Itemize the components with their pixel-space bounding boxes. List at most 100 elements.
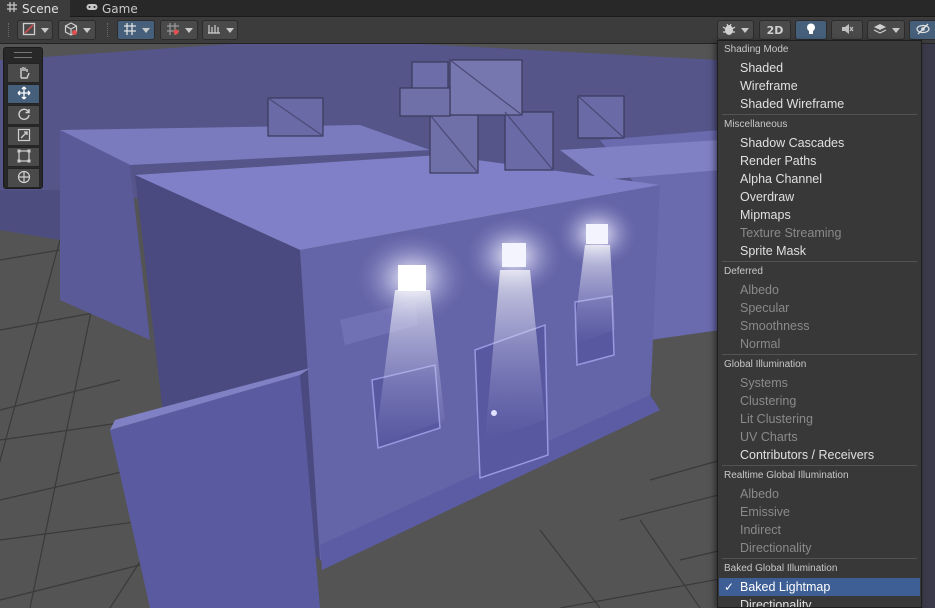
- menu-item-label: Clustering: [740, 394, 797, 408]
- hidden-objects-button[interactable]: [909, 20, 935, 40]
- 2d-mode-button[interactable]: 2D: [759, 20, 791, 40]
- hand-icon: [17, 65, 31, 82]
- speaker-mute-icon: [840, 22, 854, 39]
- chevron-down-icon: [891, 27, 900, 33]
- tab-game-label: Game: [102, 1, 138, 16]
- checkmark-icon: ✓: [724, 580, 735, 594]
- toolbar-grip: [107, 23, 109, 37]
- tab-scene-label: Scene: [22, 1, 59, 16]
- grid-snap-icon: [123, 22, 137, 39]
- chevron-down-icon: [741, 27, 749, 33]
- ruler-icon: [207, 22, 221, 39]
- menu-item[interactable]: Overdraw: [719, 188, 920, 206]
- menu-separator: [722, 465, 917, 466]
- 2d-mode-label: 2D: [766, 23, 784, 37]
- menu-item[interactable]: Shaded: [719, 59, 920, 77]
- menu-section-header: Realtime Global Illumination: [724, 470, 849, 481]
- menu-item: UV Charts: [719, 428, 920, 446]
- menu-item-label: Render Paths: [740, 154, 817, 168]
- lighting-toggle-button[interactable]: [795, 20, 827, 40]
- menu-item[interactable]: Shaded Wireframe: [719, 95, 920, 113]
- tools-grip[interactable]: [14, 52, 32, 58]
- chevron-down-icon: [82, 27, 91, 33]
- rotate-tool-button[interactable]: [7, 105, 40, 125]
- menu-item-label: Albedo: [740, 487, 779, 501]
- menu-section-header: Deferred: [724, 266, 763, 277]
- tab-scene[interactable]: Scene: [0, 0, 70, 17]
- grid-icon: [166, 22, 180, 39]
- move-arrows-icon: [17, 86, 31, 103]
- menu-item-label: Lit Clustering: [740, 412, 813, 426]
- menu-item[interactable]: Directionality: [719, 596, 920, 608]
- menu-item[interactable]: Sprite Mask: [719, 242, 920, 260]
- grid-visibility-button[interactable]: [160, 20, 198, 40]
- menu-item[interactable]: Contributors / Receivers: [719, 446, 920, 464]
- snap-grid-button[interactable]: [117, 20, 155, 40]
- debug-draw-mode-menu: Shading Mode Shaded Wireframe Shaded Wirefr…: [717, 40, 922, 608]
- menu-item: Smoothness: [719, 317, 920, 335]
- toolbar-grip: [8, 23, 10, 37]
- draw-mode-icon: [22, 22, 36, 39]
- menu-separator: [722, 354, 917, 355]
- menu-item[interactable]: Render Paths: [719, 152, 920, 170]
- menu-section-header: Shading Mode: [724, 44, 789, 55]
- menu-item[interactable]: Mipmaps: [719, 206, 920, 224]
- transform-tool-button[interactable]: [7, 168, 40, 188]
- menu-item-label: Alpha Channel: [740, 172, 823, 186]
- audio-toggle-button[interactable]: [831, 20, 863, 40]
- menu-item-label: Shadow Cascades: [740, 136, 845, 150]
- layers-icon: [873, 22, 887, 39]
- menu-section-header: Global Illumination: [724, 359, 807, 370]
- menu-separator: [722, 558, 917, 559]
- editor-tab-bar: Scene Game: [0, 0, 935, 17]
- chevron-down-icon: [40, 27, 49, 33]
- hand-tool-button[interactable]: [7, 63, 40, 83]
- menu-item-label: Directionality: [740, 541, 812, 555]
- bug-icon: [722, 22, 736, 39]
- menu-item-label: Systems: [740, 376, 788, 390]
- rect-tool-button[interactable]: [7, 147, 40, 167]
- eye-slash-icon: [915, 22, 930, 39]
- menu-separator: [722, 261, 917, 262]
- debug-visualization-button[interactable]: [717, 20, 754, 40]
- menu-item: Indirect: [719, 521, 920, 539]
- menu-section-header: Baked Global Illumination: [724, 563, 838, 574]
- menu-item-label: Indirect: [740, 523, 781, 537]
- gamepad-icon: [86, 1, 98, 16]
- menu-section-header: Miscellaneous: [724, 119, 788, 130]
- tools-overlay: [3, 47, 43, 189]
- menu-item[interactable]: Wireframe: [719, 77, 920, 95]
- scale-icon: [17, 128, 31, 145]
- menu-item: Lit Clustering: [719, 410, 920, 428]
- effects-button[interactable]: [867, 20, 905, 40]
- tab-game[interactable]: Game: [80, 0, 150, 17]
- menu-item-label: Shaded: [740, 61, 784, 75]
- menu-item-label: Directionality: [740, 598, 812, 608]
- menu-item: Systems: [719, 374, 920, 392]
- menu-item-label: Contributors / Receivers: [740, 448, 875, 462]
- menu-item-label: Specular: [740, 301, 790, 315]
- render-mode-button[interactable]: [58, 20, 96, 40]
- grid-icon: [6, 1, 18, 16]
- increment-snap-button[interactable]: [202, 20, 238, 40]
- menu-item[interactable]: Alpha Channel: [719, 170, 920, 188]
- menu-item: Directionality: [719, 539, 920, 557]
- menu-item-label: Smoothness: [740, 319, 810, 333]
- chevron-down-icon: [141, 27, 150, 33]
- menu-item-label: Albedo: [740, 283, 779, 297]
- transform-icon: [17, 170, 31, 187]
- menu-separator: [722, 114, 917, 115]
- menu-item-label: Mipmaps: [740, 208, 791, 222]
- menu-item[interactable]: Shadow Cascades: [719, 134, 920, 152]
- viewport-right-edge: [922, 44, 935, 608]
- menu-item-label: Shaded Wireframe: [740, 97, 845, 111]
- menu-item-label: Overdraw: [740, 190, 795, 204]
- draw-mode-button[interactable]: [17, 20, 53, 40]
- menu-item[interactable]: ✓ Baked Lightmap: [719, 578, 920, 596]
- menu-item-label: Texture Streaming: [740, 226, 842, 240]
- scale-tool-button[interactable]: [7, 126, 40, 146]
- move-tool-button[interactable]: [7, 84, 40, 104]
- menu-item: Texture Streaming: [719, 224, 920, 242]
- rect-transform-icon: [17, 149, 31, 166]
- menu-item: Normal: [719, 335, 920, 353]
